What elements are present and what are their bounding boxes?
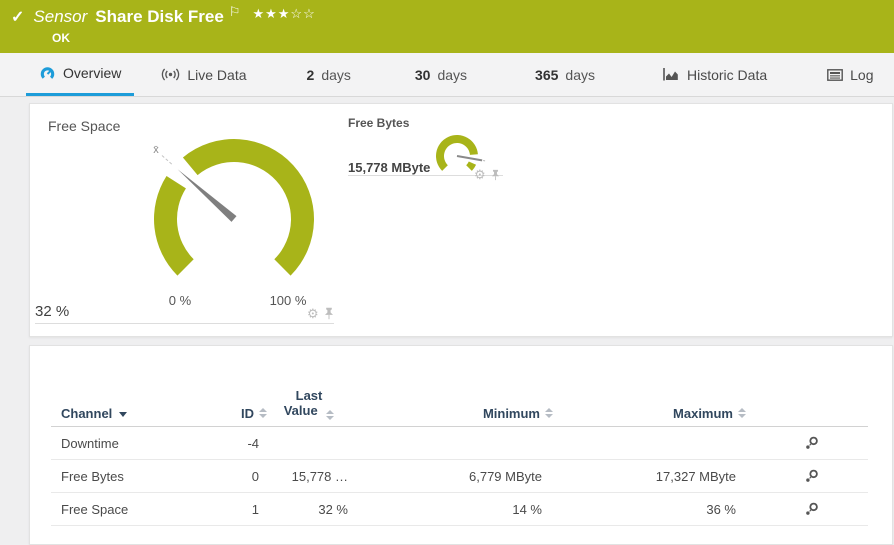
flag-icon[interactable]: ⚐	[229, 4, 241, 20]
tab-30-days[interactable]: 30 days	[402, 53, 480, 96]
tab-live-data[interactable]: Live Data	[148, 53, 259, 96]
tab-bar: Overview Live Data 2 days 30 days 365 da…	[0, 53, 894, 97]
column-header-last-value[interactable]: Last Value	[267, 388, 351, 421]
sort-caret-icon	[119, 412, 127, 417]
sort-arrows-icon	[545, 408, 553, 418]
gear-icon[interactable]: ⚙	[474, 168, 486, 181]
free-space-current-value: 32 %	[35, 303, 69, 320]
tab-label: Historic Data	[687, 67, 767, 83]
overview-gauges-panel: Free Space x̄ 0 % 100 % 32 % ⚙ Free Byte…	[29, 103, 893, 337]
channel-row-downtime[interactable]: Downtime -4	[51, 427, 868, 460]
gauge-max-label: 100 %	[270, 293, 307, 308]
average-marker: x̄	[153, 144, 159, 156]
divider	[35, 323, 334, 324]
free-bytes-current-value: 15,778 MByte	[348, 160, 430, 175]
free-bytes-gauge-title: Free Bytes	[348, 116, 409, 130]
tab-overview[interactable]: Overview	[26, 53, 134, 96]
column-header-minimum[interactable]: Minimum	[351, 406, 553, 421]
gauge-min-label: 0 %	[169, 293, 192, 308]
pin-icon[interactable]	[324, 307, 334, 320]
tab-label: Live Data	[187, 67, 246, 83]
sort-arrows-icon	[738, 408, 746, 418]
chart-icon	[663, 68, 680, 81]
channel-settings-icon[interactable]	[804, 436, 819, 451]
channels-table: Channel ID Last Value Minimum	[51, 384, 868, 526]
tab-365-days[interactable]: 365 days	[522, 53, 608, 96]
gauge-needle	[178, 169, 237, 221]
tab-historic-data[interactable]: Historic Data	[650, 53, 780, 96]
gauge-icon	[39, 65, 56, 82]
priority-star-rating[interactable]: ★★★☆☆	[252, 6, 315, 22]
column-header-channel[interactable]: Channel	[51, 406, 231, 421]
tab-2-days[interactable]: 2 days	[294, 53, 364, 96]
log-icon	[827, 69, 843, 81]
gauge-needle	[457, 156, 482, 160]
column-header-maximum[interactable]: Maximum	[553, 406, 746, 421]
tab-label: Log	[850, 67, 873, 83]
status-check-icon: ✓	[11, 7, 24, 27]
sort-arrows-icon	[259, 408, 267, 418]
sensor-title: Share Disk Free	[95, 7, 224, 27]
sensor-type-label: Sensor	[33, 7, 87, 27]
sensor-status-badge: OK	[0, 27, 894, 45]
channels-table-panel: Channel ID Last Value Minimum	[29, 345, 893, 545]
sensor-header: ✓ Sensor Share Disk Free ⚐ ★★★☆☆ OK	[0, 0, 894, 53]
gear-icon[interactable]: ⚙	[307, 307, 319, 320]
free-space-gauge-title: Free Space	[48, 118, 120, 134]
broadcast-icon	[161, 68, 180, 81]
pin-icon[interactable]	[491, 169, 500, 181]
channel-row-free-space[interactable]: Free Space 1 32 % 14 % 36 %	[51, 493, 868, 526]
sort-arrows-icon	[326, 410, 334, 420]
column-header-id[interactable]: ID	[231, 406, 267, 421]
channel-row-free-bytes[interactable]: Free Bytes 0 15,778 … 6,779 MByte 17,327…	[51, 460, 868, 493]
channel-settings-icon[interactable]	[804, 469, 819, 484]
tab-log[interactable]: Log	[814, 53, 886, 96]
table-header-row: Channel ID Last Value Minimum	[51, 384, 868, 427]
tab-label: Overview	[63, 65, 121, 81]
free-space-gauge[interactable]: x̄ 0 % 100 %	[124, 114, 354, 314]
channel-settings-icon[interactable]	[804, 502, 819, 517]
